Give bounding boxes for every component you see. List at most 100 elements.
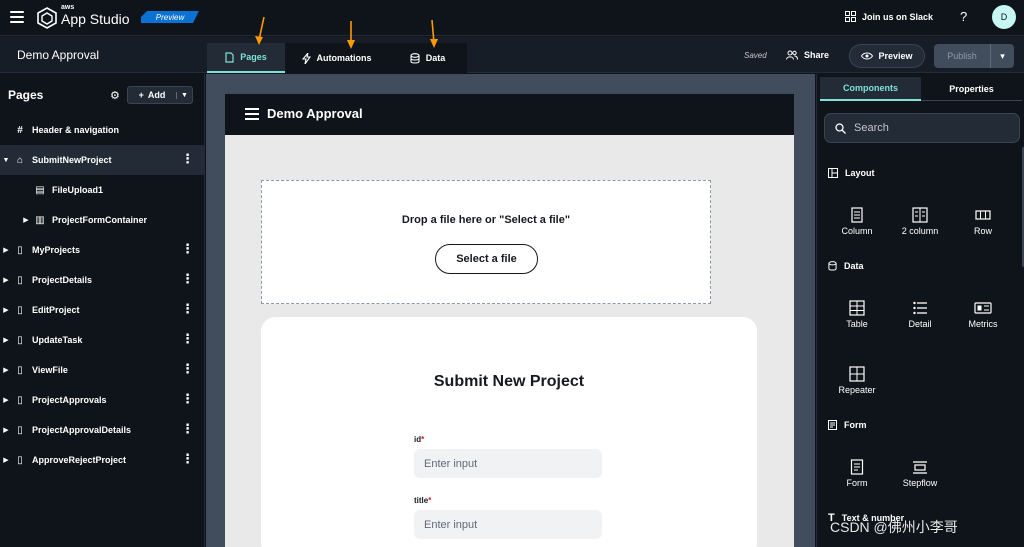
component-table[interactable]: Table xyxy=(827,299,887,329)
sidebar-item-label: UpdateTask xyxy=(32,335,83,345)
help-icon[interactable]: ? xyxy=(960,9,967,24)
caret-right-icon[interactable]: ▶ xyxy=(0,396,12,404)
sidebar-item-projectdetails[interactable]: ▶ ▯ ProjectDetails ⋮ xyxy=(0,265,205,295)
file-dropzone[interactable]: Drop a file here or "Select a file" Sele… xyxy=(261,180,711,304)
more-options-icon[interactable]: ⋮ xyxy=(181,452,194,465)
section-data-label: Data xyxy=(844,261,864,271)
sidebar-item-label: ProjectFormContainer xyxy=(52,215,148,225)
share-button[interactable]: Share xyxy=(786,50,829,60)
caret-right-icon[interactable]: ▶ xyxy=(0,426,12,434)
caret-right-icon[interactable]: ▶ xyxy=(0,336,12,344)
id-input[interactable]: Enter input xyxy=(414,449,602,478)
app-preview-header[interactable]: Demo Approval xyxy=(225,94,794,135)
add-page-button[interactable]: + Add ▼ xyxy=(127,86,193,104)
component-detail[interactable]: Detail xyxy=(890,299,950,329)
caret-right-icon[interactable]: ▶ xyxy=(0,306,12,314)
more-options-icon[interactable]: ⋮ xyxy=(181,302,194,315)
database-icon xyxy=(828,261,837,271)
more-options-icon[interactable]: ⋮ xyxy=(181,242,194,255)
annotation-arrow-data xyxy=(430,19,438,48)
component-search-input[interactable]: Search xyxy=(824,113,1020,143)
publish-dropdown-icon[interactable]: ▾ xyxy=(990,44,1014,68)
tab-components[interactable]: Components xyxy=(820,77,921,101)
page-icon: ▯ xyxy=(17,274,23,286)
more-options-icon[interactable]: ⋮ xyxy=(181,422,194,435)
sidebar-item-projectapprovals[interactable]: ▶ ▯ ProjectApprovals ⋮ xyxy=(0,385,205,415)
caret-down-icon[interactable]: ▼ xyxy=(0,157,12,164)
sidebar-item-label: Header & navigation xyxy=(32,125,120,135)
publish-button[interactable]: Publish ▾ xyxy=(934,44,1014,68)
tab-automations[interactable]: Automations xyxy=(285,43,388,73)
select-file-button[interactable]: Select a file xyxy=(435,244,538,274)
section-form: Form xyxy=(828,420,867,430)
sidebar-item-approverejectproject[interactable]: ▶ ▯ ApproveRejectProject ⋮ xyxy=(0,445,205,475)
caret-right-icon[interactable]: ▶ xyxy=(0,246,12,254)
menu-icon[interactable] xyxy=(245,108,259,123)
file-icon: ▤ xyxy=(35,184,45,196)
sidebar-item-projectformcontainer[interactable]: ▶ ▥ ProjectFormContainer xyxy=(0,205,205,235)
sidebar-item-viewfile[interactable]: ▶ ▯ ViewFile ⋮ xyxy=(0,355,205,385)
caret-right-icon[interactable]: ▶ xyxy=(0,276,12,284)
add-page-main[interactable]: + Add xyxy=(128,90,176,100)
slack-icon xyxy=(845,11,856,22)
component-stepflow[interactable]: Stepflow xyxy=(890,458,950,488)
sidebar-item-fileupload1[interactable]: ▤ FileUpload1 xyxy=(0,175,205,205)
preview-badge: Preview xyxy=(141,11,199,23)
drop-text: Drop a file here or "Select a file" xyxy=(401,214,571,226)
sidebar-item-updatetask[interactable]: ▶ ▯ UpdateTask ⋮ xyxy=(0,325,205,355)
component-column[interactable]: Column xyxy=(827,206,887,236)
sidebar-item-myprojects[interactable]: ▶ ▯ MyProjects ⋮ xyxy=(0,235,205,265)
component-label: Metrics xyxy=(968,319,998,329)
component-label: Column xyxy=(841,226,873,236)
page-icon: ▯ xyxy=(17,334,23,346)
more-options-icon[interactable]: ⋮ xyxy=(181,272,194,285)
component-row[interactable]: Row xyxy=(953,206,1013,236)
table-icon xyxy=(849,300,865,316)
pages-sidebar: Pages ⚙ + Add ▼ # Header & navigation ▼ ⌂… xyxy=(0,74,205,547)
join-slack-link[interactable]: Join us on Slack xyxy=(845,11,933,22)
tab-pages-label: Pages xyxy=(240,52,267,62)
caret-right-icon[interactable]: ▶ xyxy=(0,456,12,464)
tab-properties[interactable]: Properties xyxy=(921,77,1022,101)
pages-title: Pages xyxy=(8,88,44,102)
form-title: Submit New Project xyxy=(433,373,585,390)
add-dropdown-icon[interactable]: ▼ xyxy=(176,91,192,99)
more-options-icon[interactable]: ⋮ xyxy=(181,152,194,165)
repeater-icon xyxy=(849,366,865,382)
required-marker: * xyxy=(421,435,425,444)
page-icon: ▯ xyxy=(17,304,23,316)
component-form[interactable]: Form xyxy=(827,458,887,488)
top-bar: aws App Studio Preview Join us on Slack … xyxy=(0,0,1024,36)
form-icon xyxy=(828,420,837,430)
component-metrics[interactable]: Metrics xyxy=(953,299,1013,329)
publish-label: Publish xyxy=(947,51,977,61)
sidebar-item-label: ProjectApprovals xyxy=(32,395,107,405)
sidebar-item-submitnewproject[interactable]: ▼ ⌂ SubmitNewProject ⋮ xyxy=(0,145,205,175)
metrics-icon xyxy=(974,302,992,314)
component-repeater[interactable]: Repeater xyxy=(827,365,887,395)
gear-icon[interactable]: ⚙ xyxy=(110,89,120,102)
join-slack-label: Join us on Slack xyxy=(862,11,934,22)
user-avatar[interactable]: D xyxy=(992,5,1016,29)
sidebar-item-editproject[interactable]: ▶ ▯ EditProject ⋮ xyxy=(0,295,205,325)
more-options-icon[interactable]: ⋮ xyxy=(181,392,194,405)
more-options-icon[interactable]: ⋮ xyxy=(181,362,194,375)
annotation-arrow-automations xyxy=(347,21,355,49)
title-input[interactable]: Enter input xyxy=(414,510,602,539)
panel-tabs: Components Properties xyxy=(820,77,1022,101)
tab-pages[interactable]: Pages xyxy=(207,43,285,73)
page-icon: ▯ xyxy=(17,364,23,376)
menu-icon[interactable] xyxy=(10,11,24,23)
preview-button[interactable]: Preview xyxy=(849,44,925,68)
caret-right-icon[interactable]: ▶ xyxy=(20,216,32,224)
caret-right-icon[interactable]: ▶ xyxy=(0,366,12,374)
component-2-column[interactable]: 2 column xyxy=(890,206,950,236)
sidebar-item-label: ViewFile xyxy=(32,365,68,375)
more-options-icon[interactable]: ⋮ xyxy=(181,332,194,345)
page-body: Drop a file here or "Select a file" Sele… xyxy=(225,135,794,547)
app-preview-title: Demo Approval xyxy=(267,106,363,121)
sidebar-item-projectapprovaldetails[interactable]: ▶ ▯ ProjectApprovalDetails ⋮ xyxy=(0,415,205,445)
component-label: Form xyxy=(846,478,868,488)
component-label: Table xyxy=(846,319,868,329)
sidebar-item-header-navigation[interactable]: # Header & navigation xyxy=(0,115,205,145)
